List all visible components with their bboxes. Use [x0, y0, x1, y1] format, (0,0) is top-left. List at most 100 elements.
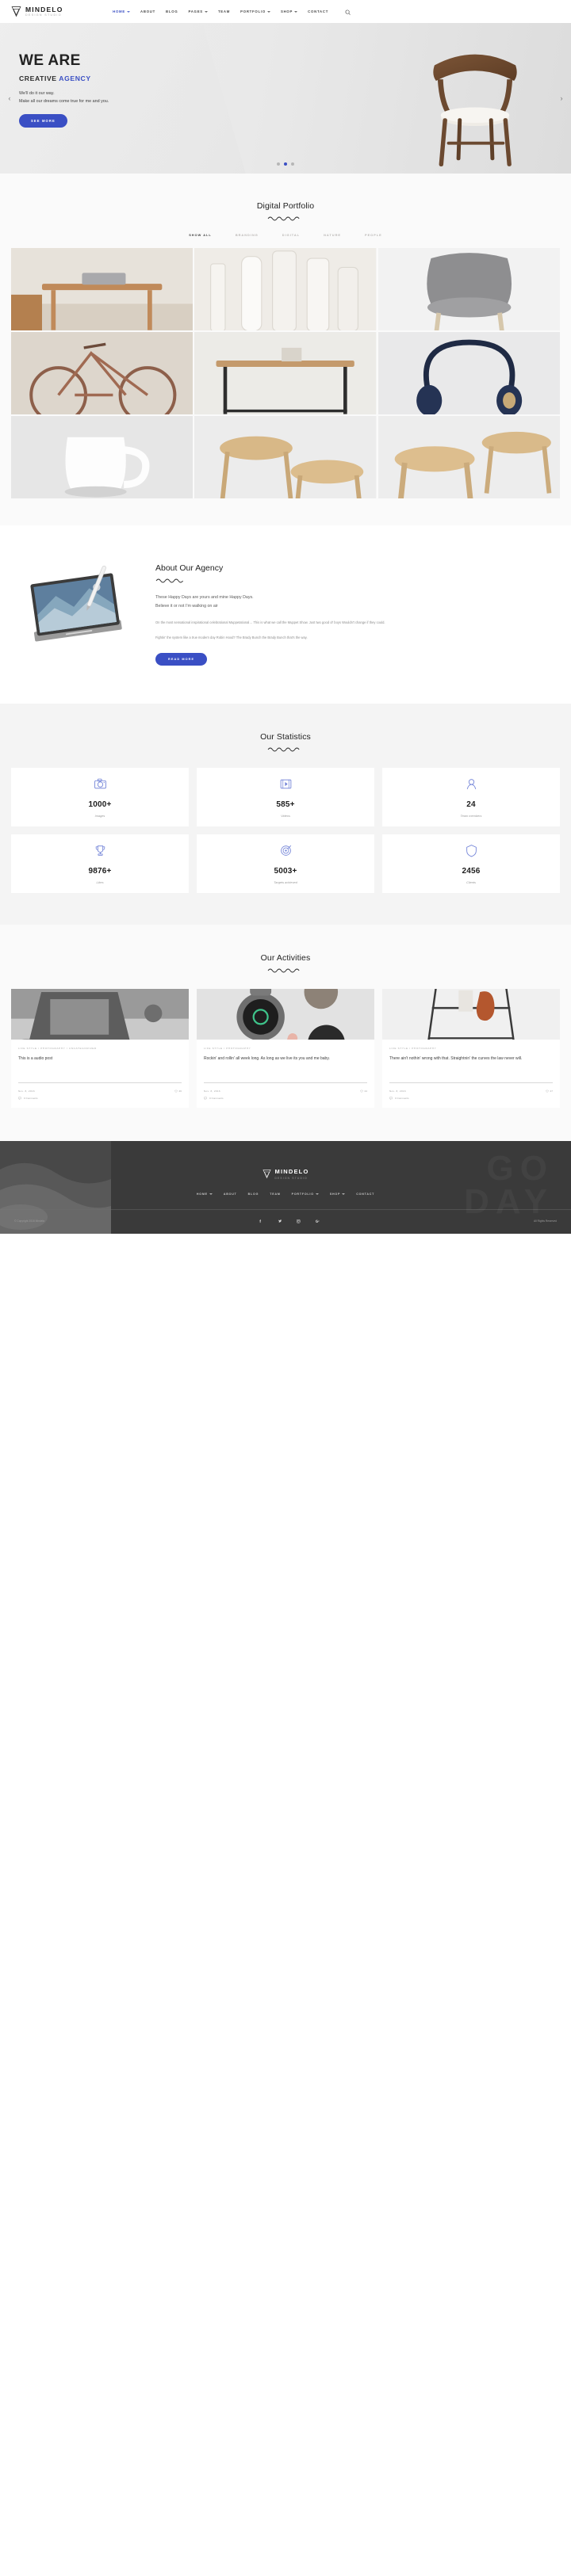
statistics-title: Our Statistics [260, 732, 311, 742]
brand-logo[interactable]: MINDELO DESIGN STUDIO [11, 6, 63, 17]
twitter-icon[interactable] [278, 1219, 283, 1224]
stat-card-likes: 9876+ Likes [11, 834, 189, 894]
portfolio-grid [0, 248, 571, 525]
user-icon [465, 777, 478, 795]
portfolio-filter-show-all[interactable]: SHOW ALL [189, 233, 212, 237]
stat-label: Targets achieved [274, 880, 297, 884]
main-nav: HOME ABOUT BLOG PAGES TEAM PORTFOLIO SHOP CONTA… [108, 10, 334, 13]
portfolio-filter-branding[interactable]: BRANDING [236, 233, 259, 237]
post-title[interactable]: There ain't nothin' wrong with that. Str… [389, 1055, 553, 1076]
post-divider [18, 1082, 182, 1084]
blog-post-card[interactable]: LIFE STYLE / PHOTOGRAPHY There ain't noth… [382, 989, 560, 1109]
nav-item-about[interactable]: ABOUT [136, 10, 161, 13]
see-more-button[interactable]: SEE MORE [19, 114, 67, 128]
portfolio-item-round-wooden-stools[interactable] [194, 416, 377, 498]
footer-brand-name: MINDELO [274, 1168, 309, 1176]
portfolio-item-minimal-console-table[interactable] [194, 332, 377, 414]
chevron-down-icon [315, 1193, 319, 1195]
post-categories[interactable]: LIFE STYLE / PHOTOGRAPHY [204, 1047, 367, 1050]
footer-nav-item-contact[interactable]: CONTACT [351, 1193, 380, 1196]
stat-label: Likes [96, 880, 104, 884]
portfolio-item-navy-headphones[interactable] [377, 332, 560, 414]
search-icon[interactable] [345, 5, 351, 19]
portfolio-item-cosmetic-bottles-set[interactable] [194, 248, 377, 330]
instagram-icon[interactable] [296, 1219, 301, 1224]
statistics-section: Our Statistics 1000+ Images 585+ Videos 24 Te… [0, 704, 571, 925]
post-likes[interactable]: 26 [174, 1090, 182, 1093]
post-likes[interactable]: 27 [545, 1090, 553, 1093]
hero-dot-2[interactable] [284, 162, 287, 166]
nav-item-label: ABOUT [140, 10, 156, 13]
post-thumbnail[interactable] [197, 989, 374, 1040]
stat-label: Clients [466, 880, 476, 884]
portfolio-item-vintage-bicycle[interactable] [11, 332, 194, 414]
comment-icon [204, 1097, 207, 1101]
hero-next-arrow[interactable]: › [554, 91, 569, 105]
footer-nav-item-blog[interactable]: BLOG [243, 1193, 265, 1196]
blog-post-card[interactable]: LIFE STYLE / PHOTOGRAPHY / UNCATEGORIZED… [11, 989, 189, 1109]
nav-item-portfolio[interactable]: PORTFOLIO [236, 10, 276, 13]
vintage-bicycle-image [11, 332, 194, 414]
video-film-icon [279, 777, 293, 795]
footer-nav-label: ABOUT [223, 1192, 237, 1196]
post-title[interactable]: Rockin' and rollin' all week long. As lo… [204, 1055, 367, 1076]
about-body: About Our Agency These Happy Days are yo… [155, 560, 552, 666]
post-likes-count: 24 [364, 1090, 367, 1093]
about-title: About Our Agency [155, 563, 224, 573]
post-thumbnail[interactable] [382, 989, 560, 1040]
post-categories[interactable]: LIFE STYLE / PHOTOGRAPHY [389, 1047, 553, 1050]
facebook-icon[interactable] [259, 1219, 264, 1224]
hero-dot-1[interactable] [277, 162, 280, 166]
logo-mark-icon [11, 6, 21, 17]
nav-item-home[interactable]: HOME [108, 10, 136, 13]
activities-section: Our Activities LIFE STYLE / PHOTOGRAPHY … [0, 925, 571, 1142]
portfolio-item-white-ceramic-mug[interactable] [11, 416, 194, 498]
hero-content: WE ARE CREATIVE AGENCY We'll do it our w… [0, 23, 571, 128]
read-more-button[interactable]: READ MORE [155, 653, 208, 666]
portfolio-filter-digital[interactable]: DIGITAL [282, 233, 300, 237]
post-thumbnail[interactable] [11, 989, 189, 1040]
post-comments[interactable]: 0 Comments [18, 1097, 182, 1100]
stat-value: 9876+ [88, 866, 112, 876]
post-meta: Nov. 8, 2016 27 [389, 1090, 553, 1093]
clothing-rack-photo [382, 989, 560, 1040]
nav-item-pages[interactable]: PAGES [183, 10, 213, 13]
footer-nav-item-about[interactable]: ABOUT [218, 1193, 243, 1196]
post-meta: Nov. 8, 2016 24 [204, 1090, 367, 1093]
post-comments[interactable]: 0 Comments [204, 1097, 367, 1100]
post-categories[interactable]: LIFE STYLE / PHOTOGRAPHY / UNCATEGORIZED [18, 1047, 182, 1050]
hero-prev-arrow[interactable]: ‹ [2, 91, 17, 105]
nav-item-blog[interactable]: BLOG [161, 10, 183, 13]
nav-item-label: SHOP [280, 10, 293, 13]
footer-brand[interactable]: MINDELO DESIGN STUDIO [0, 1168, 571, 1180]
hero-dot-3[interactable] [291, 162, 294, 166]
post-body: LIFE STYLE / PHOTOGRAPHY There ain't noth… [382, 1040, 560, 1108]
portfolio-filter-nature[interactable]: NATURE [324, 233, 341, 237]
google-plus-icon[interactable] [315, 1219, 320, 1224]
activities-title: Our Activities [260, 953, 311, 964]
nav-item-team[interactable]: TEAM [213, 10, 235, 13]
hero-headline: WE ARE [19, 52, 81, 69]
portfolio-filter-people[interactable]: PEOPLE [365, 233, 382, 237]
post-comments[interactable]: 0 Comments [389, 1097, 553, 1100]
footer-nav-item-portfolio[interactable]: PORTFOLIO [286, 1193, 324, 1196]
portfolio-item-wooden-desk-with-laptop[interactable] [11, 248, 194, 330]
smart-watches-photo [197, 989, 374, 1040]
footer-nav-item-home[interactable]: HOME [191, 1193, 218, 1196]
heart-icon [174, 1090, 178, 1093]
about-image [19, 560, 138, 655]
nav-item-shop[interactable]: SHOP [275, 10, 302, 13]
post-title[interactable]: This is a audio post [18, 1055, 182, 1076]
stat-value: 24 [466, 800, 476, 809]
post-likes[interactable]: 24 [359, 1090, 367, 1093]
activities-grid: LIFE STYLE / PHOTOGRAPHY / UNCATEGORIZED… [0, 989, 571, 1109]
stat-value: 2456 [462, 866, 481, 876]
nav-item-contact[interactable]: CONTACT [303, 10, 334, 13]
blog-post-card[interactable]: LIFE STYLE / PHOTOGRAPHY Rockin' and roll… [197, 989, 374, 1109]
cosmetic-bottles-set-image [194, 248, 377, 330]
stat-card-images: 1000+ Images [11, 768, 189, 827]
footer-nav-item-shop[interactable]: SHOP [324, 1193, 351, 1196]
portfolio-item-grey-upholstered-chair[interactable] [377, 248, 560, 330]
footer-nav-item-team[interactable]: TEAM [264, 1193, 286, 1196]
portfolio-item-wooden-stool-pair[interactable] [377, 416, 560, 498]
